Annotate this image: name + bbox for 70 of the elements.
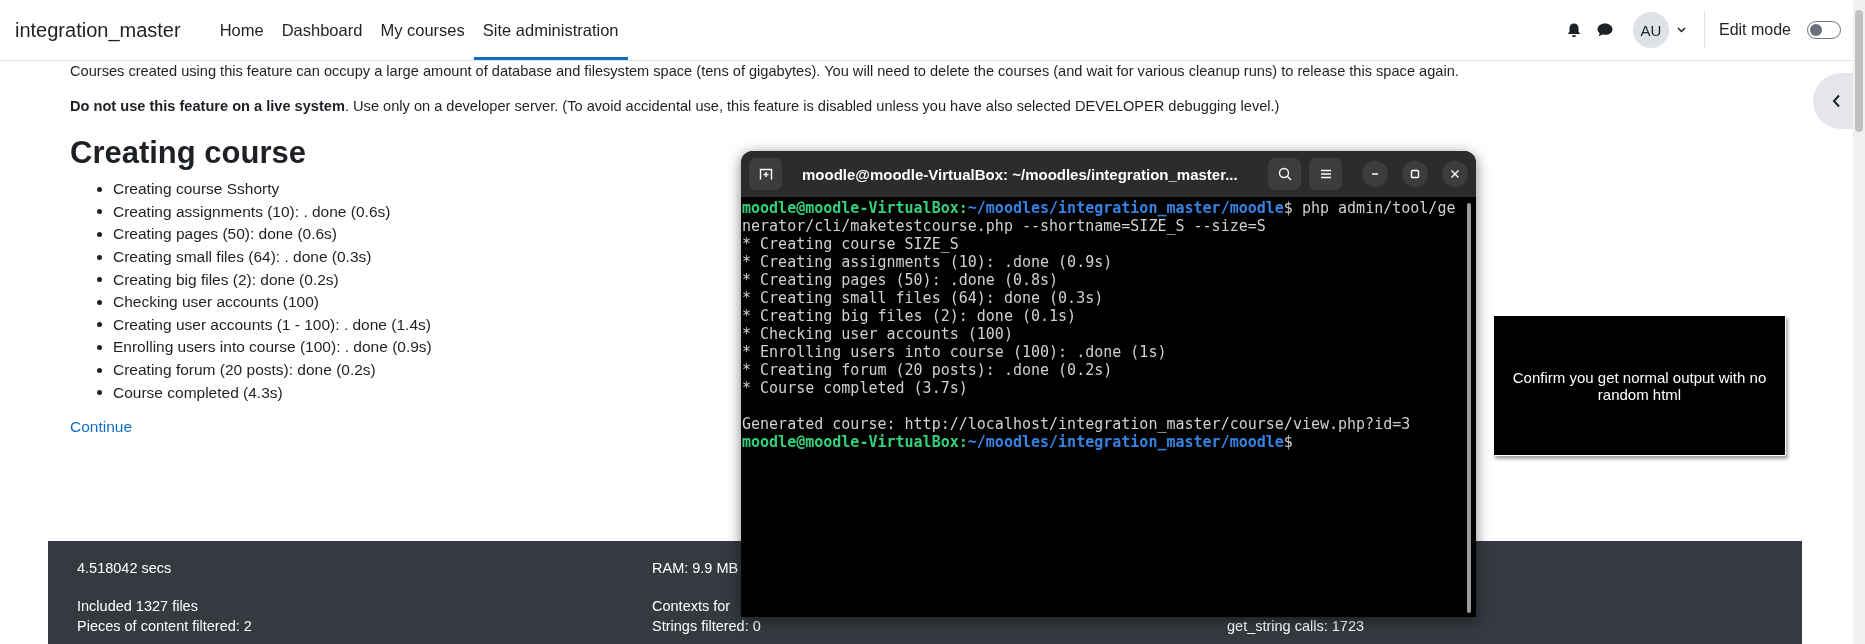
nav-link[interactable]: Site administration	[473, 3, 628, 60]
note-text: Confirm you get normal output with no random html	[1511, 368, 1768, 403]
user-avatar[interactable]: AU	[1632, 12, 1669, 48]
footer-stat: 4.518042 secs	[77, 559, 173, 578]
step-item: Enrolling users into course (100): . done (0.9s)	[113, 338, 432, 357]
drawer-toggle-button[interactable]	[1813, 73, 1853, 129]
nav-link[interactable]: Home	[210, 3, 273, 60]
footer-stat: Contexts for	[652, 597, 732, 616]
bullet-icon	[97, 186, 102, 192]
step-item: Creating user accounts (1 - 100): . done (1.4s)	[113, 315, 431, 334]
terminal-output: * Creating assignments (10): .done (0.9s)	[742, 253, 1114, 271]
step-item: Creating forum (20 posts): done (0.2s)	[113, 361, 376, 380]
site-name[interactable]: integration_master	[15, 18, 181, 42]
terminal-prompt: moodle@moodle-VirtualBox:~/moodles/integration_master/moodle$ php admin/tool/generator/cli/maketestcourse.php --shortname=SIZE_S --size=S	[742, 199, 1457, 235]
step-item: Creating pages (50): done (0.6s)	[113, 225, 338, 244]
bullet-icon	[97, 254, 102, 260]
step-item: Creating big files (2): done (0.2s)	[113, 270, 339, 289]
terminal-output: * Creating big files (2): done (0.1s)	[742, 307, 1078, 325]
footer-stat: Strings filtered: 0	[652, 617, 762, 636]
search-icon	[1277, 167, 1292, 181]
menu-icon	[1318, 167, 1333, 181]
bullet-icon	[97, 344, 102, 350]
new-tab-button[interactable]	[749, 158, 782, 190]
edit-mode-toggle[interactable]	[1807, 21, 1841, 39]
terminal-output: * Creating forum (20 posts): .done (0.2s)	[742, 361, 1114, 379]
nav-link[interactable]: Dashboard	[272, 3, 372, 60]
step-item: Creating small files (64): . done (0.3s)	[113, 248, 372, 267]
footer-stat: Included 1327 files	[77, 597, 199, 616]
step-item: Checking user accounts (100)	[113, 293, 319, 312]
menu-button[interactable]	[1309, 158, 1342, 190]
continue-link[interactable]: Continue	[70, 417, 133, 436]
terminal-title: moodle@moodle-VirtualBox: ~/moodles/integration_master...	[801, 165, 1239, 183]
terminal-output: * Course completed (3.7s)	[742, 379, 969, 397]
bullet-icon	[97, 322, 102, 328]
bullet-icon	[97, 367, 102, 373]
terminal-output: Generated course: http://localhost/integration_master/course/view.php?id=3	[742, 415, 1412, 433]
search-button[interactable]	[1268, 158, 1301, 190]
paragraph: Do not use this feature on a live system. Use only on a developer server. (To avoid accidental use, this feature is disabled unless you have also selected DEVELOPER debugging level.)	[70, 97, 1280, 116]
terminal-output: * Creating pages (50): .done (0.8s)	[742, 271, 1060, 289]
step-item: Course completed (4.3s)	[113, 383, 283, 402]
paragraph: Courses created using this feature can occupy a large amount of database and filesystem space (tens of gigabytes). You will need to delete the courses (and wait for various cleanup runs) to release this space again.	[70, 62, 1459, 81]
chevron-left-icon	[1831, 94, 1841, 108]
terminal-output: * Checking user accounts (100)	[742, 325, 1014, 343]
close-button[interactable]	[1442, 161, 1468, 187]
terminal-output: * Creating course SIZE_S	[742, 235, 960, 253]
bullet-icon	[97, 209, 102, 215]
caret-icon[interactable]	[1676, 27, 1686, 33]
terminal-prompt: moodle@moodle-VirtualBox:~/moodles/integration_master/moodle$	[742, 433, 1294, 451]
footer-stat: Pieces of content filtered: 2	[77, 617, 253, 636]
edit-mode-label: Edit mode	[1718, 21, 1791, 39]
section-heading: Creating course	[70, 134, 306, 172]
scrollbar-thumb[interactable]	[1855, 10, 1863, 132]
bell-icon[interactable]	[1566, 22, 1581, 38]
scrollbar[interactable]	[1467, 203, 1471, 613]
chat-icon[interactable]	[1596, 23, 1613, 37]
footer-stat: RAM: 9.9 MB	[652, 559, 740, 578]
step-item: Creating assignments (10): . done (0.6s)	[113, 202, 391, 221]
minimize-icon	[1371, 173, 1379, 175]
new-tab-icon	[758, 167, 773, 181]
bullet-icon	[97, 232, 102, 237]
maximize-button[interactable]	[1402, 161, 1428, 187]
terminal-output: * Creating small files (64): done (0.3s)	[742, 289, 1105, 307]
terminal-output: * Enrolling users into course (100): .done (1s)	[742, 343, 1168, 361]
nav-link[interactable]: My courses	[371, 3, 474, 60]
bullet-icon	[97, 277, 102, 283]
bullet-icon	[97, 299, 102, 305]
bullet-icon	[97, 390, 102, 396]
footer-stat: get_string calls: 1723	[1227, 617, 1366, 636]
step-item: Creating course Sshorty	[113, 180, 280, 199]
maximize-icon	[1408, 167, 1422, 181]
